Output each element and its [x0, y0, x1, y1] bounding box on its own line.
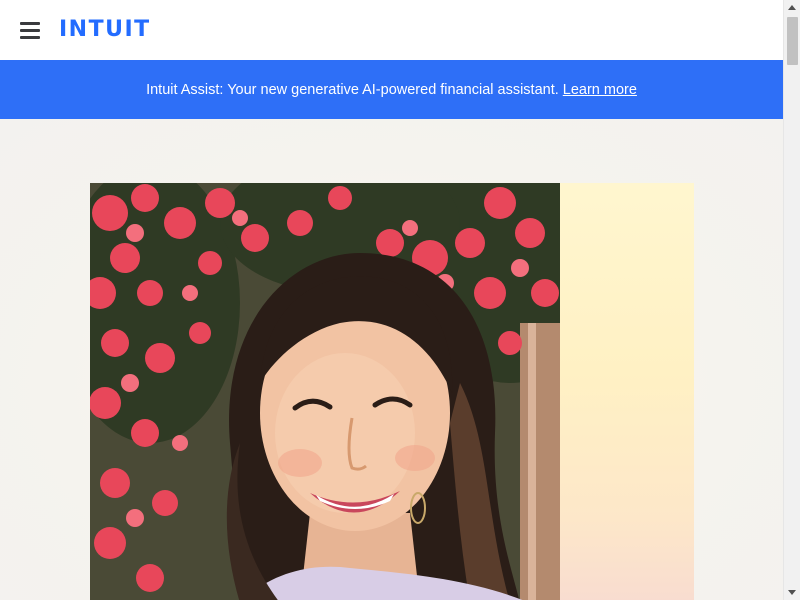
- intuit-logo[interactable]: INTUIT: [59, 17, 151, 43]
- vertical-scrollbar[interactable]: [783, 0, 800, 600]
- hero-photo: [90, 183, 560, 600]
- site-header: INTUIT: [0, 0, 783, 60]
- scroll-up-icon[interactable]: [788, 5, 796, 10]
- hero-accent-panel: [540, 183, 694, 600]
- hamburger-menu-icon[interactable]: [20, 22, 40, 39]
- announcement-banner: Intuit Assist: Your new generative AI-po…: [0, 60, 783, 119]
- learn-more-link[interactable]: Learn more: [563, 82, 637, 98]
- scroll-thumb[interactable]: [787, 17, 798, 65]
- scroll-down-icon[interactable]: [788, 590, 796, 595]
- hero-section: [0, 119, 783, 600]
- banner-message: Intuit Assist: Your new generative AI-po…: [146, 81, 559, 98]
